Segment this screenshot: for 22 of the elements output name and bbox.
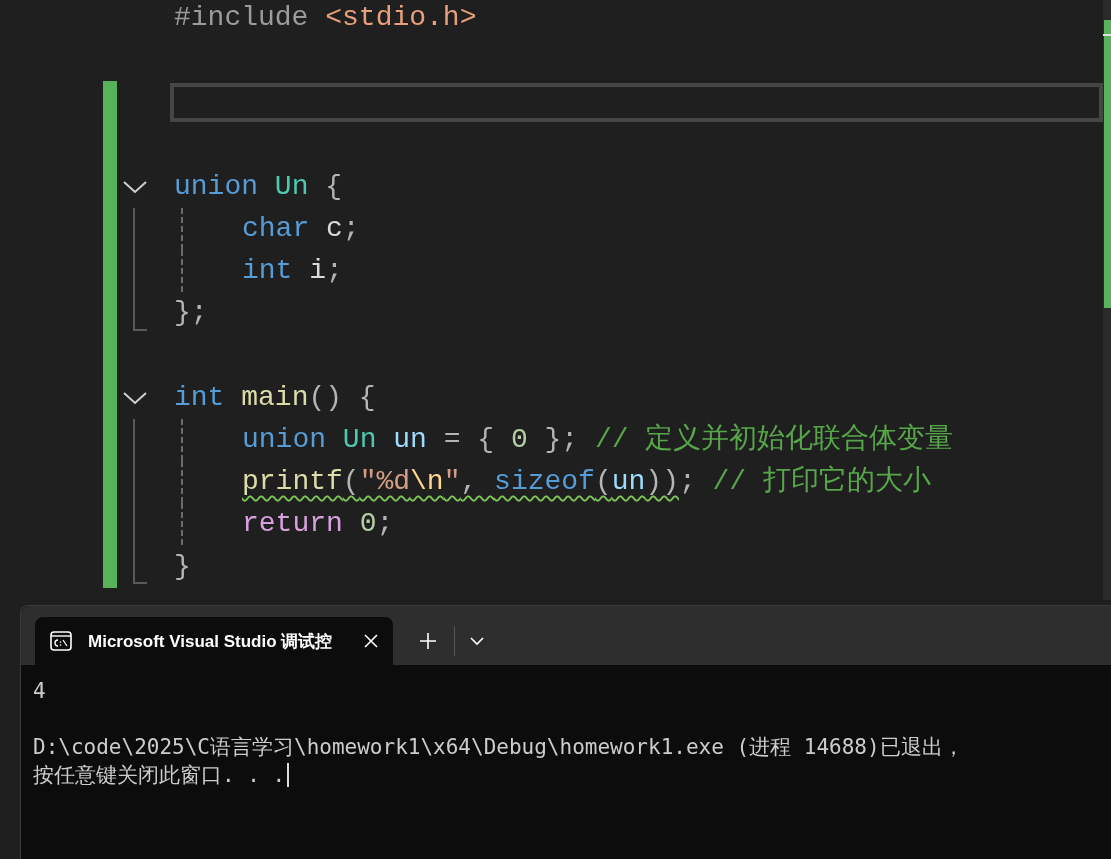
text-cursor [287,763,289,787]
chevron-down-icon[interactable] [469,636,485,646]
scrollbar[interactable] [1103,0,1111,600]
close-icon[interactable] [363,633,379,649]
terminal-icon [50,631,72,651]
code-line: union Un un = { 0 }; // 定义并初始化联合体变量 [242,422,954,457]
code-line: int i; [242,254,343,289]
code-line: }; [174,296,208,331]
code-line: printf(″%d\n″, sizeof(un)); // 打印它的大小 [242,464,931,500]
code-line: } [174,549,191,584]
chevron-icon[interactable] [122,389,148,406]
console-output-line: 4 [33,678,46,705]
console-output-line: D:\code\2025\C语言学习\homework1\x64\Debug\homework1.exe (进程 14688)已退出， [33,734,964,761]
chevron-icon[interactable] [122,178,148,195]
code-line: return 0; [242,507,394,542]
console-output-line: 按任意键关闭此窗口. . . [33,762,286,789]
code-line: #include <stdio.h> [174,1,477,36]
new-tab-icon[interactable] [419,632,437,650]
code-line: union Un { [174,169,343,204]
code-line: int main() { [174,380,376,415]
terminal-tab[interactable]: Microsoft Visual Studio 调试控 [35,617,393,665]
code-line: char c; [242,212,360,247]
